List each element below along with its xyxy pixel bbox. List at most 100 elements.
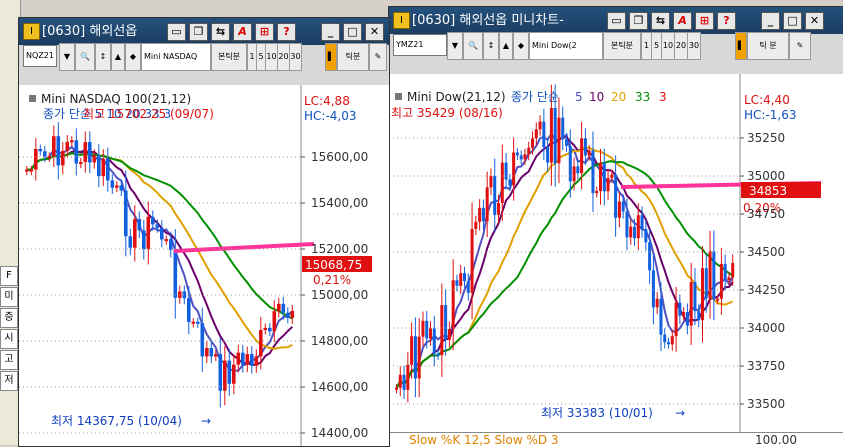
candle-body (115, 185, 119, 188)
chart-area[interactable]: 34853 0,20% LC:4,40 HC:-1,63 35250 35000 3… (389, 74, 843, 446)
candle-body (173, 249, 178, 298)
maximize-button[interactable]: □ (783, 12, 802, 30)
layout-icon[interactable]: ▭ (167, 23, 186, 41)
candle-body (701, 268, 705, 321)
candle-body (281, 303, 286, 313)
font-icon[interactable]: A (673, 12, 692, 30)
candle-body (196, 321, 200, 324)
help-icon[interactable]: ? (717, 12, 736, 30)
chart-area[interactable]: 15068,75 0,21% LC:4,88 HC:-4,03 15600,00… (19, 85, 389, 446)
candle-body (56, 136, 61, 166)
candle-body (61, 150, 65, 166)
candle-body (727, 277, 731, 281)
axis-tick-label: 14800,00 (311, 334, 368, 348)
candle-body (218, 354, 223, 391)
candle-body (250, 354, 254, 366)
minimize-button[interactable]: _ (321, 23, 340, 41)
candle-body (512, 152, 516, 186)
low-label: 최저 14367,75 (10/04) (51, 414, 182, 428)
active-tool[interactable]: ▌ (735, 32, 747, 60)
chart-type-tool[interactable]: 본틱분 (211, 43, 247, 71)
candle-body (606, 177, 610, 192)
high-label: 최고 35429 (08/16) (391, 106, 503, 120)
link-icon[interactable]: ⇆ (211, 23, 230, 41)
search-icon[interactable]: 🔍 (75, 43, 95, 71)
symbol-combo[interactable]: YMZ21 (393, 34, 447, 56)
candle-body (614, 174, 618, 218)
close-button[interactable]: ✕ (365, 23, 384, 41)
window-icon[interactable]: ❐ (189, 23, 208, 41)
grid-icon[interactable]: ⊞ (255, 23, 274, 41)
active-tool[interactable]: ▌ (325, 43, 337, 71)
option-tool[interactable]: 틱 분 (747, 32, 789, 60)
layout-icon[interactable]: ▭ (607, 12, 626, 30)
candle-body (34, 148, 38, 170)
candle-body (602, 162, 606, 192)
minimize-button[interactable]: _ (761, 12, 780, 30)
candle-body (565, 138, 569, 146)
candle-body (241, 352, 245, 365)
period-30[interactable]: 30 (289, 43, 302, 71)
candle-body (504, 162, 508, 180)
title-bar[interactable]: I [0630] 해외선옵 ▭ ❐ ⇆ A ⊞ ? _ □ ✕ (19, 18, 389, 45)
axis-tick-label: 15600,00 (311, 150, 368, 164)
pan-icon[interactable]: ↕ (95, 43, 111, 71)
symbol-combo[interactable]: NQZ21 (23, 45, 57, 67)
last-price: 34853 (749, 184, 787, 198)
pin-icon[interactable]: ✎ (789, 32, 811, 60)
candle-body (659, 298, 663, 335)
candle-body (583, 138, 587, 156)
candle-body (83, 142, 88, 162)
candle-body (425, 320, 429, 339)
period-10[interactable]: 10 (661, 32, 675, 60)
option-tool[interactable]: 틱분 (337, 43, 369, 71)
candle-body (587, 150, 591, 156)
axis-tick-label: 15400,00 (311, 196, 368, 210)
candle-body (421, 320, 425, 337)
axis-tick-label: 33750 (747, 359, 785, 373)
candle-body (719, 263, 723, 299)
instrument-label[interactable]: Mini NASDAQ (141, 43, 211, 71)
close-button[interactable]: ✕ (805, 12, 824, 30)
period-30[interactable]: 30 (687, 32, 701, 60)
candle-body (187, 298, 191, 322)
pan-icon[interactable]: ↕ (483, 32, 499, 60)
period-20[interactable]: 20 (674, 32, 688, 60)
spinner-icon[interactable]: ▲ (111, 43, 125, 71)
candle-body (591, 150, 595, 194)
instrument-label[interactable]: Mini Dow(2 (529, 32, 603, 60)
marker-icon[interactable]: ◆ (513, 32, 529, 60)
candle-body (693, 282, 697, 312)
candle-body (128, 236, 133, 248)
title-bar[interactable]: I [0630] 해외선옵 미니차트- ▭ ❐ ⇆ A ⊞ ? _ □ ✕ (389, 7, 843, 34)
candle-body (549, 108, 553, 163)
candle-body (277, 303, 281, 312)
candle-body (191, 321, 196, 324)
candle-body (678, 302, 682, 316)
candle-body (25, 169, 29, 172)
help-icon[interactable]: ? (277, 23, 296, 41)
bg-cell: 저 (0, 371, 18, 391)
candle-body (88, 142, 92, 163)
candle-body (651, 270, 655, 308)
dropdown-icon[interactable]: ▼ (59, 43, 75, 71)
candle-body (155, 224, 160, 228)
font-icon[interactable]: A (233, 23, 252, 41)
grid-icon[interactable]: ⊞ (695, 12, 714, 30)
chart-type-tool[interactable]: 본틱분 (603, 32, 641, 60)
candle-body (164, 239, 169, 242)
pin-icon[interactable]: ✎ (369, 43, 387, 71)
marker-icon[interactable]: ◆ (125, 43, 141, 71)
candle-body (599, 162, 603, 191)
maximize-button[interactable]: □ (343, 23, 362, 41)
candle-body (542, 121, 546, 148)
candle-body (508, 179, 512, 186)
dropdown-icon[interactable]: ▼ (447, 32, 463, 60)
last-change: 0,21% (313, 273, 351, 287)
bg-cell: F (0, 266, 18, 286)
link-icon[interactable]: ⇆ (651, 12, 670, 30)
window-icon[interactable]: ❐ (629, 12, 648, 30)
search-icon[interactable]: 🔍 (463, 32, 483, 60)
spinner-icon[interactable]: ▲ (499, 32, 513, 60)
candle-body (685, 312, 689, 326)
